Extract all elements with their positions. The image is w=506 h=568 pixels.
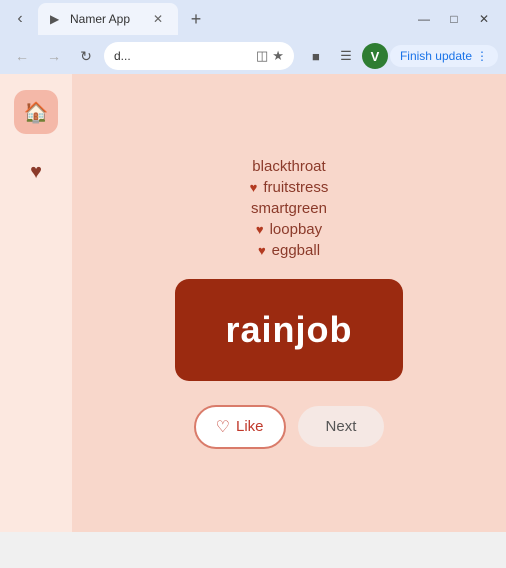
featured-name-part1: rain xyxy=(225,309,295,350)
sidebar-button[interactable]: ☰ xyxy=(332,42,360,70)
name-loopbay: loopbay xyxy=(270,221,323,238)
sidebar-item-home[interactable]: 🏠 xyxy=(14,90,58,134)
name-loopbay-item: ♥ loopbay xyxy=(256,221,322,238)
sidebar: 🏠 ♥ xyxy=(0,74,72,532)
featured-name-part2: job xyxy=(296,309,353,350)
minimize-button[interactable]: — xyxy=(410,8,438,30)
name-fruitstress-item: ♥ fruitstress xyxy=(250,179,329,196)
new-tab-button[interactable]: + xyxy=(184,7,208,31)
reload-button[interactable]: ↻ xyxy=(72,42,100,70)
close-window-button[interactable]: ✕ xyxy=(470,8,498,30)
next-button-label: Next xyxy=(326,418,357,435)
featured-name-text: rainjob xyxy=(225,309,352,351)
fruitstress-heart-icon: ♥ xyxy=(250,180,258,195)
tab-switcher-btn[interactable]: ‹ xyxy=(8,7,32,31)
name-smartgreen: smartgreen xyxy=(251,200,327,217)
name-blackthroat: blackthroat xyxy=(252,158,325,175)
tab-favicon-icon: ▶ xyxy=(50,12,64,26)
home-icon: 🏠 xyxy=(24,100,49,125)
content-area: blackthroat ♥ fruitstress smartgreen ♥ l… xyxy=(72,74,506,532)
loopbay-heart-icon: ♥ xyxy=(256,222,264,237)
finish-update-label: Finish update xyxy=(400,49,472,63)
finish-update-chevron-icon: ⋮ xyxy=(476,49,488,63)
tab-title: Namer App xyxy=(70,12,144,26)
extensions-icon: ◫ xyxy=(256,48,268,64)
browser-tab[interactable]: ▶ Namer App ✕ xyxy=(38,3,178,35)
featured-name-card: rainjob xyxy=(175,279,402,381)
sidebar-item-favorites[interactable]: ♥ xyxy=(14,150,58,194)
name-fruitstress: fruitstress xyxy=(263,179,328,196)
extensions-button[interactable]: ■ xyxy=(302,42,330,70)
heart-icon: ♥ xyxy=(30,161,42,184)
like-button-label: Like xyxy=(236,418,264,435)
name-eggball: eggball xyxy=(272,242,320,259)
back-button[interactable]: ← xyxy=(8,42,36,70)
action-buttons: ♡ Like Next xyxy=(194,405,385,449)
name-eggball-item: ♥ eggball xyxy=(258,242,320,259)
finish-update-button[interactable]: Finish update ⋮ xyxy=(390,45,498,67)
profile-button[interactable]: V xyxy=(362,43,388,69)
maximize-button[interactable]: □ xyxy=(440,8,468,30)
eggball-heart-icon: ♥ xyxy=(258,243,266,258)
bookmark-icon: ★ xyxy=(272,48,284,64)
like-heart-icon: ♡ xyxy=(216,417,230,437)
tab-close-button[interactable]: ✕ xyxy=(150,11,166,27)
forward-button[interactable]: → xyxy=(40,42,68,70)
address-bar[interactable]: d... ◫ ★ xyxy=(104,42,294,70)
next-button[interactable]: Next xyxy=(298,406,385,447)
names-list: blackthroat ♥ fruitstress smartgreen ♥ l… xyxy=(250,158,329,259)
address-text: d... xyxy=(114,49,250,63)
like-button[interactable]: ♡ Like xyxy=(194,405,286,449)
